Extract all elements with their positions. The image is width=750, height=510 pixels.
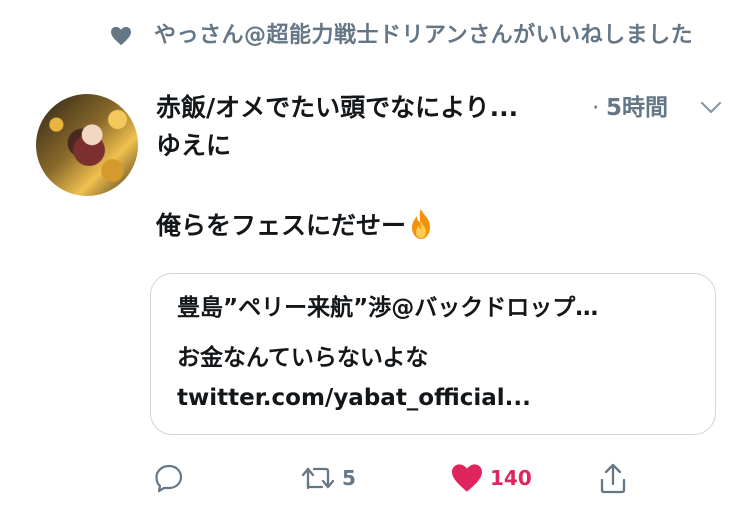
like-count: 140 — [490, 466, 532, 490]
share-icon — [600, 463, 626, 494]
quote-tweet-card[interactable]: 豊島”ペリー来航”渉@バックドロップ… お金なんていらないよな twitter.… — [150, 273, 716, 435]
tweet-text-line — [156, 166, 716, 206]
retweet-icon — [301, 467, 335, 490]
retweet-button[interactable]: 5 — [300, 454, 356, 502]
like-button[interactable]: 140 — [450, 454, 532, 502]
tweet-text: ゆえに 俺らをフェスにだせー — [156, 126, 716, 246]
retweet-count: 5 — [342, 466, 356, 490]
reply-icon — [155, 464, 183, 493]
separator-dot: · — [592, 95, 600, 121]
tweet-text-line: 俺らをフェスにだせー — [156, 211, 407, 240]
author-name[interactable]: 赤飯/オメでたい頭でなにより... — [156, 88, 518, 128]
timestamp[interactable]: 5時間 — [606, 88, 668, 128]
fire-icon — [412, 209, 431, 239]
reply-button[interactable] — [154, 454, 190, 502]
social-context-text[interactable]: やっさん@超能力戦士ドリアンさんがいいねしました — [154, 18, 724, 54]
tweet-header: 赤飯/オメでたい頭でなにより... · 5時間 — [156, 88, 726, 128]
share-button[interactable] — [598, 454, 628, 502]
quote-text: お金なんていらないよな — [177, 345, 429, 371]
tweet-text-line: ゆえに — [156, 131, 232, 160]
chevron-down-icon[interactable] — [700, 100, 722, 116]
quote-link[interactable]: twitter.com/yabat_official... — [177, 378, 531, 418]
tweet-actions: 5 140 — [150, 454, 730, 502]
avatar[interactable] — [36, 94, 138, 196]
heart-icon — [111, 26, 131, 46]
heart-filled-icon — [452, 464, 482, 492]
tweet-text-line-with-emoji: 俺らをフェスにだせー — [156, 206, 716, 246]
quote-author-name: 豊島”ペリー来航”渉@バックドロップ… — [177, 295, 599, 321]
